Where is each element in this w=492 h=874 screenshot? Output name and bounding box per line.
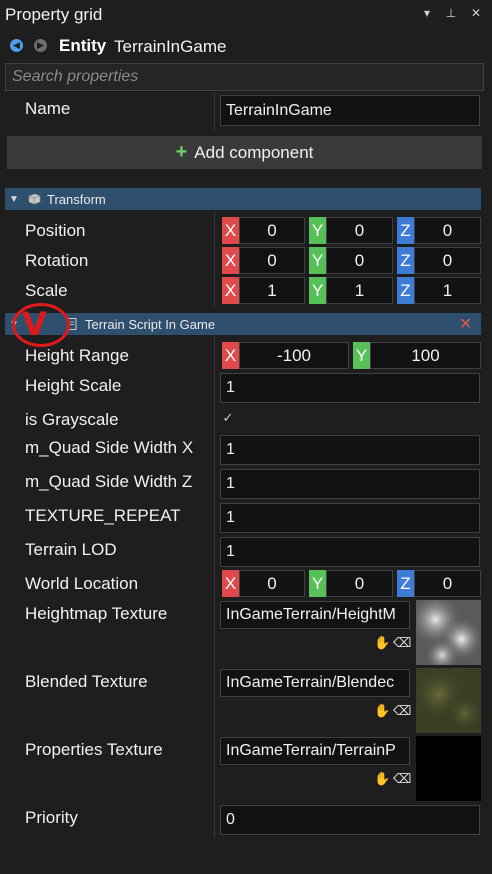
name-label: Name — [25, 99, 71, 118]
column-divider — [214, 337, 215, 837]
blended-texture-field[interactable]: InGameTerrain/Blendec — [220, 669, 410, 697]
rotation-label: Rotation — [25, 251, 89, 270]
world-location-x-field[interactable]: 0 — [239, 570, 305, 597]
close-icon[interactable]: ✕ — [469, 6, 483, 20]
pin-icon[interactable]: ⊥ — [444, 6, 458, 20]
scale-label: Scale — [25, 281, 68, 300]
rotation-y-tag: Y — [309, 247, 326, 274]
entity-name: TerrainInGame — [114, 37, 227, 56]
height-range-max-field[interactable]: 100 — [370, 342, 481, 369]
scale-z-tag: Z — [397, 277, 414, 304]
transform-section-header[interactable]: ▼ Transform — [5, 188, 481, 210]
world-location-z-tag: Z — [397, 570, 414, 597]
world-location-y-tag: Y — [309, 570, 326, 597]
search-box[interactable] — [5, 63, 484, 91]
script-section-title: Terrain Script In Game — [85, 316, 216, 332]
terrain-lod-label: Terrain LOD — [25, 540, 117, 559]
transform-icon — [28, 193, 41, 205]
heightmap-texture-field[interactable]: InGameTerrain/HeightM — [220, 601, 410, 629]
quad-side-width-x-field[interactable]: 1 — [220, 435, 480, 465]
quad-side-width-z-label: m_Quad Side Width Z — [25, 472, 193, 491]
hand-icon[interactable]: ✋ — [374, 635, 390, 651]
plus-icon: + — [175, 141, 188, 163]
blended-texture-label: Blended Texture — [25, 672, 148, 691]
scale-x-field[interactable]: 1 — [239, 277, 305, 304]
texture-repeat-label: TEXTURE_REPEAT — [25, 506, 181, 525]
rotation-z-tag: Z — [397, 247, 414, 274]
quad-side-width-x-label: m_Quad Side Width X — [25, 438, 194, 457]
transform-section-title: Transform — [47, 191, 106, 207]
search-input[interactable] — [6, 64, 483, 90]
add-component-label: Add component — [194, 142, 314, 162]
window-title: Property grid — [5, 5, 103, 24]
dropdown-icon[interactable]: ▾ — [420, 6, 434, 20]
forward-icon[interactable]: ▶ — [34, 39, 47, 52]
column-divider — [214, 212, 215, 307]
position-z-field[interactable]: 0 — [414, 217, 481, 244]
properties-texture-label: Properties Texture — [25, 740, 163, 759]
height-range-min-field[interactable]: -100 — [239, 342, 349, 369]
height-range-x-tag: X — [222, 342, 239, 369]
height-range-label: Height Range — [25, 346, 129, 365]
hand-icon[interactable]: ✋ — [374, 703, 390, 719]
height-scale-label: Height Scale — [25, 376, 122, 395]
rotation-x-tag: X — [222, 247, 239, 274]
annotation-check-mark: V — [22, 305, 47, 343]
height-scale-field[interactable]: 1 — [220, 373, 480, 403]
texture-repeat-field[interactable]: 1 — [220, 503, 480, 533]
position-y-tag: Y — [309, 217, 326, 244]
heightmap-texture-label: Heightmap Texture — [25, 604, 168, 623]
eraser-icon[interactable]: ⌫ — [393, 703, 411, 719]
blended-texture-thumbnail[interactable] — [416, 668, 481, 733]
scale-x-tag: X — [222, 277, 239, 304]
scale-y-tag: Y — [309, 277, 326, 304]
script-section-header[interactable]: ▼ Terrain Script In Game — [5, 313, 481, 335]
world-location-y-field[interactable]: 0 — [326, 570, 393, 597]
position-x-tag: X — [222, 217, 239, 244]
scale-y-field[interactable]: 1 — [326, 277, 393, 304]
eraser-icon[interactable]: ⌫ — [393, 635, 411, 651]
rotation-y-field[interactable]: 0 — [326, 247, 393, 274]
name-field[interactable]: TerrainInGame — [220, 95, 480, 126]
terrain-lod-field[interactable]: 1 — [220, 537, 480, 567]
hand-icon[interactable]: ✋ — [374, 771, 390, 787]
column-divider — [214, 93, 215, 131]
add-component-button[interactable]: + Add component — [7, 136, 482, 169]
quad-side-width-z-field[interactable]: 1 — [220, 469, 480, 499]
priority-field[interactable]: 0 — [220, 805, 480, 835]
position-y-field[interactable]: 0 — [326, 217, 393, 244]
heightmap-thumbnail[interactable] — [416, 600, 481, 665]
world-location-x-tag: X — [222, 570, 239, 597]
is-grayscale-label: is Grayscale — [25, 410, 119, 429]
collapse-triangle-icon[interactable]: ▼ — [9, 194, 23, 205]
position-z-tag: Z — [397, 217, 414, 244]
world-location-label: World Location — [25, 574, 139, 593]
scale-z-field[interactable]: 1 — [414, 277, 481, 304]
priority-label: Priority — [25, 808, 78, 827]
properties-texture-field[interactable]: InGameTerrain/TerrainP — [220, 737, 410, 765]
entity-label: Entity — [59, 36, 107, 55]
eraser-icon[interactable]: ⌫ — [393, 771, 411, 787]
back-icon[interactable]: ◀ — [10, 39, 23, 52]
position-label: Position — [25, 221, 86, 240]
height-range-y-tag: Y — [353, 342, 370, 369]
world-location-z-field[interactable]: 0 — [414, 570, 481, 597]
position-x-field[interactable]: 0 — [239, 217, 305, 244]
is-grayscale-checkbox[interactable]: ✓ — [221, 411, 235, 425]
rotation-x-field[interactable]: 0 — [239, 247, 305, 274]
properties-texture-thumbnail[interactable] — [416, 736, 481, 801]
rotation-z-field[interactable]: 0 — [414, 247, 481, 274]
remove-component-icon[interactable]: ✕ — [459, 314, 472, 334]
